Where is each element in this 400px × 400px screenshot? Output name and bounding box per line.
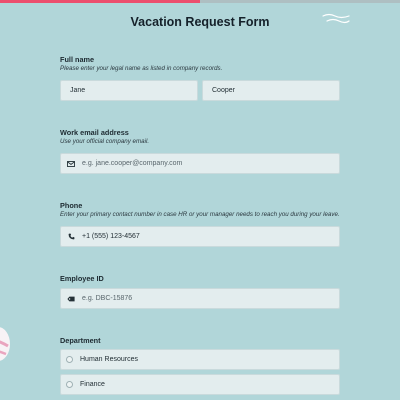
form-title: Vacation Request Form	[130, 15, 270, 29]
last-name-value: Cooper	[212, 87, 235, 94]
progress-bar-fill	[0, 0, 200, 3]
full-name-label: Full name	[60, 55, 95, 64]
id-tag-icon	[66, 296, 76, 302]
department-label: Department	[60, 336, 101, 345]
department-option-label: Finance	[80, 381, 105, 388]
employee-id-input[interactable]: e.g. DBC-15876	[60, 288, 340, 309]
last-name-input[interactable]: Cooper	[202, 80, 340, 101]
phone-input[interactable]: +1 (555) 123-4567	[60, 226, 340, 247]
phone-label: Phone	[60, 201, 83, 210]
decorative-blob-icon	[0, 327, 10, 361]
department-option-label: Human Resources	[80, 356, 138, 363]
progress-bar	[0, 0, 400, 3]
work-email-label: Work email address	[60, 128, 129, 137]
work-email-placeholder: e.g. jane.cooper@company.com	[82, 160, 183, 167]
full-name-help: Please enter your legal name as listed i…	[60, 65, 223, 72]
phone-value: +1 (555) 123-4567	[82, 233, 140, 240]
envelope-icon	[66, 160, 76, 167]
department-option-finance[interactable]: Finance	[60, 374, 340, 395]
radio-icon[interactable]	[66, 356, 73, 363]
department-option-human-resources[interactable]: Human Resources	[60, 349, 340, 370]
work-email-input[interactable]: e.g. jane.cooper@company.com	[60, 153, 340, 174]
first-name-input[interactable]: Jane	[60, 80, 198, 101]
phone-help: Enter your primary contact number in cas…	[60, 211, 340, 218]
first-name-value: Jane	[70, 87, 86, 94]
employee-id-placeholder: e.g. DBC-15876	[82, 295, 133, 302]
work-email-help: Use your official company email.	[60, 138, 150, 145]
employee-id-label: Employee ID	[60, 274, 104, 283]
radio-icon[interactable]	[66, 381, 73, 388]
phone-icon	[66, 233, 76, 240]
